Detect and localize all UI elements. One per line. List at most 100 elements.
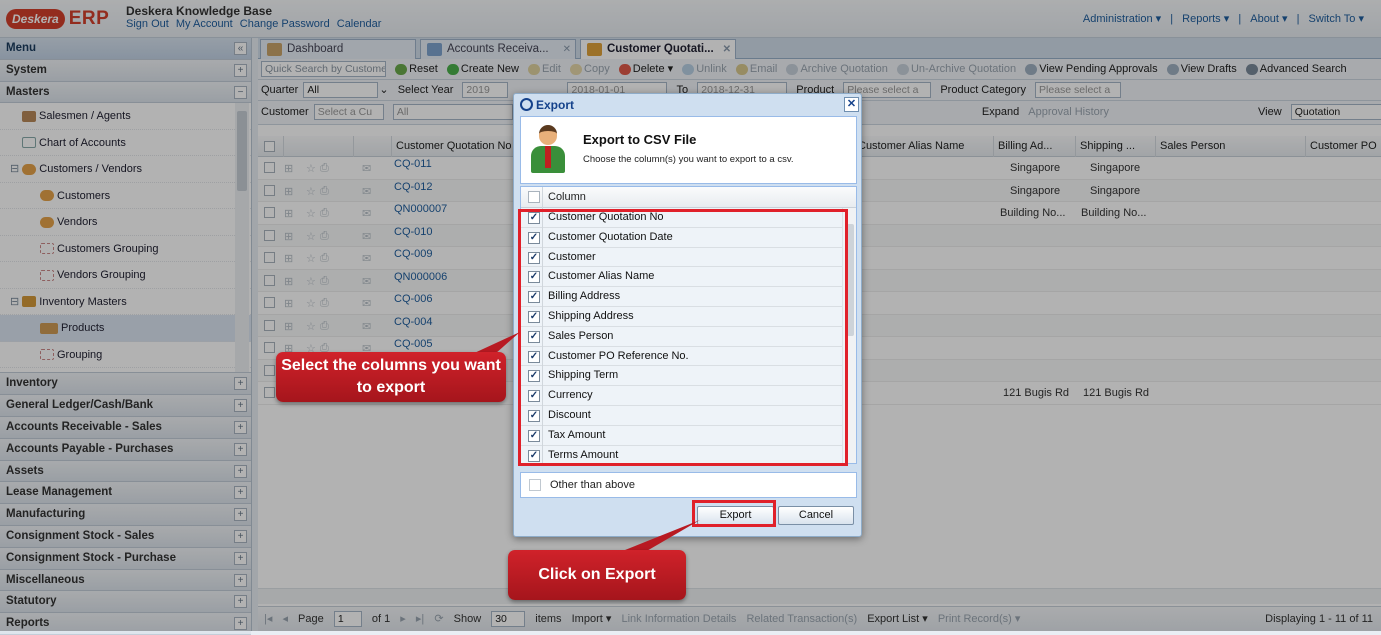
quotation-no[interactable]: CQ-010: [394, 226, 433, 238]
tree-scrollbar[interactable]: [235, 103, 249, 373]
sidebar-section-consignment-purchase[interactable]: Consignment Stock - Purchase +: [0, 547, 251, 570]
expand-icon[interactable]: +: [234, 63, 247, 77]
tab-accounts-receivable[interactable]: Accounts Receiva... ✕: [420, 39, 576, 59]
mail-icon[interactable]: ✉: [362, 230, 371, 243]
expand-row-icon[interactable]: ⊞: [284, 230, 293, 243]
star-icon[interactable]: ☆: [306, 185, 316, 198]
print-icon[interactable]: ⎙: [320, 230, 329, 243]
tab-customer-quotation[interactable]: Customer Quotati... ✕: [580, 39, 736, 59]
expand-icon[interactable]: +: [234, 464, 247, 478]
tree-item-vendors-grouping[interactable]: Vendors Grouping: [0, 262, 251, 289]
expand-row-icon[interactable]: ⊞: [284, 252, 293, 265]
page-number-input[interactable]: 1: [333, 611, 362, 628]
row-checkbox[interactable]: [264, 252, 275, 263]
print-icon[interactable]: ⎙: [320, 162, 329, 175]
expand-icon[interactable]: +: [234, 573, 247, 587]
about-menu[interactable]: About ▾: [1250, 13, 1287, 25]
create-new-button[interactable]: Create New: [446, 59, 519, 79]
prev-page-icon[interactable]: ◂: [282, 607, 288, 631]
other-checkbox[interactable]: [529, 479, 541, 491]
tree-item-inventory-masters[interactable]: ⊟ Inventory Masters: [0, 289, 251, 316]
link-information-button[interactable]: Link Information Details: [621, 607, 736, 631]
row-checkbox[interactable]: [264, 364, 275, 376]
quarter-select[interactable]: All: [303, 82, 379, 99]
row-checkbox[interactable]: [264, 274, 275, 286]
calendar-link[interactable]: Calendar: [337, 18, 382, 30]
close-tab-icon[interactable]: ✕: [563, 40, 571, 59]
change-password-link[interactable]: Change Password: [240, 18, 330, 30]
row-checkbox[interactable]: [264, 297, 275, 308]
header-customer-po[interactable]: Customer PO: [1306, 136, 1381, 157]
last-page-icon[interactable]: ▸|: [416, 607, 424, 631]
print-icon[interactable]: ⎙: [320, 275, 329, 288]
reports-menu[interactable]: Reports ▾: [1182, 13, 1229, 25]
tab-dashboard[interactable]: Dashboard: [260, 39, 416, 59]
expand-button[interactable]: Expand: [982, 101, 1019, 124]
star-icon[interactable]: ☆: [306, 252, 316, 265]
collapse-icon[interactable]: −: [234, 85, 247, 99]
select-all-checkbox[interactable]: [264, 141, 275, 152]
select-all-columns-checkbox[interactable]: [528, 191, 540, 203]
delete-button[interactable]: Delete ▾: [618, 59, 673, 79]
expand-row-icon[interactable]: ⊞: [284, 162, 293, 175]
page-size-select[interactable]: 30: [491, 611, 526, 628]
import-button[interactable]: Import ▾: [572, 607, 612, 631]
star-icon[interactable]: ☆: [306, 230, 316, 243]
view-pending-approvals-button[interactable]: View Pending Approvals: [1025, 59, 1158, 79]
chevron-down-icon[interactable]: ⌄: [379, 80, 388, 100]
quotation-no[interactable]: CQ-004: [394, 316, 433, 328]
expand-row-icon[interactable]: ⊞: [284, 297, 293, 310]
row-checkbox[interactable]: [264, 184, 275, 196]
tree-item-customers-grouping[interactable]: Customers Grouping: [0, 236, 251, 263]
expand-icon[interactable]: +: [234, 420, 247, 434]
administration-menu[interactable]: Administration ▾: [1083, 13, 1161, 25]
email-button[interactable]: Email: [735, 59, 777, 79]
tree-toggle-icon[interactable]: ⊟: [10, 296, 22, 308]
copy-button[interactable]: Copy: [570, 59, 610, 79]
expand-icon[interactable]: +: [234, 595, 247, 609]
star-icon[interactable]: ☆: [306, 297, 316, 310]
print-icon[interactable]: ⎙: [320, 252, 329, 265]
expand-icon[interactable]: +: [234, 399, 247, 413]
star-icon[interactable]: ☆: [306, 320, 316, 333]
other-than-above-row[interactable]: Other than above: [520, 472, 857, 498]
mail-icon[interactable]: ✉: [362, 275, 371, 288]
print-icon[interactable]: ⎙: [320, 320, 329, 333]
collapse-icon[interactable]: «: [234, 42, 247, 55]
star-icon[interactable]: ☆: [306, 275, 316, 288]
quotation-no[interactable]: CQ-009: [394, 248, 433, 260]
sidebar-section-consignment-sales[interactable]: Consignment Stock - Sales +: [0, 525, 251, 548]
close-icon[interactable]: ✕: [844, 97, 859, 112]
sidebar-section-miscellaneous[interactable]: Miscellaneous +: [0, 569, 251, 592]
cancel-button[interactable]: Cancel: [778, 506, 854, 525]
header-sales-person[interactable]: Sales Person: [1156, 136, 1306, 157]
sidebar-section-accounts-payable[interactable]: Accounts Payable - Purchases +: [0, 438, 251, 461]
sidebar-section-inventory[interactable]: Inventory +: [0, 373, 251, 396]
star-icon[interactable]: ☆: [306, 162, 316, 175]
tree-item-customers[interactable]: Customers: [0, 183, 251, 210]
expand-icon[interactable]: +: [234, 442, 247, 456]
tree-item-salesmen[interactable]: Salesmen / Agents: [0, 103, 251, 130]
expand-icon[interactable]: +: [234, 508, 247, 522]
sidebar-section-manufacturing[interactable]: Manufacturing +: [0, 504, 251, 526]
row-checkbox[interactable]: [264, 342, 275, 353]
sidebar-section-lease-management[interactable]: Lease Management +: [0, 482, 251, 505]
mail-icon[interactable]: ✉: [362, 162, 371, 175]
sign-out-link[interactable]: Sign Out: [126, 18, 169, 30]
next-page-icon[interactable]: ▸: [400, 607, 406, 631]
print-icon[interactable]: ⎙: [320, 185, 329, 198]
row-checkbox[interactable]: [264, 207, 275, 218]
scrollbar-thumb[interactable]: [237, 111, 247, 192]
approval-history-button[interactable]: Approval History: [1028, 101, 1109, 124]
row-checkbox[interactable]: [264, 387, 275, 398]
print-icon[interactable]: ⎙: [320, 207, 329, 220]
select-all-cell[interactable]: [258, 136, 284, 157]
sidebar-section-reports[interactable]: Reports +: [0, 613, 251, 635]
quotation-no[interactable]: QN000007: [394, 203, 447, 215]
dialog-title-bar[interactable]: Export ✕: [514, 94, 861, 116]
expand-row-icon[interactable]: ⊞: [284, 207, 293, 220]
row-checkbox[interactable]: [264, 162, 275, 173]
quotation-no[interactable]: QN000006: [394, 271, 447, 283]
mail-icon[interactable]: ✉: [362, 185, 371, 198]
expand-icon[interactable]: +: [234, 529, 247, 543]
